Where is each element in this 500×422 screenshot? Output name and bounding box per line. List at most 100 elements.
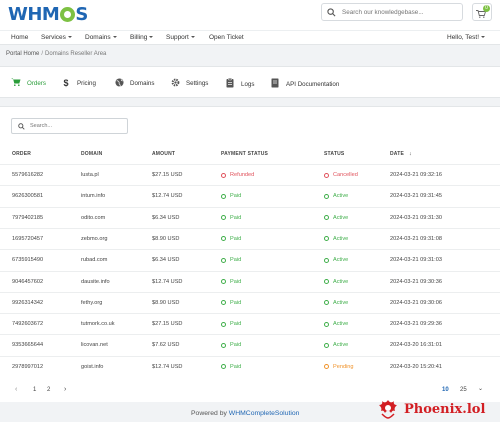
nav-support[interactable]: Support [166,34,195,41]
nav-billing-label: Billing [130,34,148,41]
payment-status-cell: Paid [221,236,241,242]
table-row[interactable]: 9626300581 intum.info $12.74 USD Paid Active… [0,185,500,206]
table-row[interactable]: 6735915490 rubad.com $6.34 USD Paid Active 20… [0,249,500,270]
payment-status-cell-label: Paid [230,342,242,349]
knowledgebase-search[interactable] [321,3,463,21]
payment-status-cell: Paid [221,364,241,370]
logo-text: WHM [8,4,60,25]
table-row[interactable]: 7979402185 odito.com $6.34 USD Paid Active 20… [0,206,500,228]
order-status-cell: Active [324,342,348,348]
order-id-cell[interactable]: 6735915490 [12,257,43,263]
table-row[interactable]: 1695720457 zebmo.org $8.90 USD Paid Active 20… [0,227,500,249]
powered-by-label: Powered by [191,410,227,417]
tab-orders[interactable]: Orders [11,78,46,88]
tab-api-documentation[interactable]: API Documentation [270,78,339,90]
payment-status-cell: Paid [221,300,241,306]
domain-cell: fethy.org [81,299,103,306]
nav-services[interactable]: Services [41,34,72,41]
caret-down-icon [190,36,195,39]
whmcs-logo[interactable]: WHM S [8,4,88,25]
domain-cell: licovan.net [81,342,108,349]
tab-settings[interactable]: Settings [170,78,208,89]
status-circle-icon [221,321,226,327]
table-row[interactable]: 9926314342 fethy.org $8.90 USD Paid Active 20… [0,291,500,313]
order-id-cell[interactable]: 7979402185 [12,215,43,221]
cart-button[interactable]: 0 [472,3,492,21]
payment-status-cell-label: Paid [230,321,242,328]
clipboard-icon [225,77,235,90]
order-id-cell[interactable]: 7492603672 [12,321,43,327]
domain-cell: rubad.com [81,257,108,264]
pagination-next-icon[interactable]: › [64,386,66,393]
domain-cell: lusta.pl [81,172,99,178]
search-icon [327,8,336,17]
order-status-cell: Active [324,321,348,327]
order-id-cell[interactable]: 9626300581 [12,193,43,199]
status-circle-icon [221,172,226,178]
nav-domains[interactable]: Domains [85,34,117,41]
caret-down-icon [481,36,486,39]
domain-cell: zebmo.org [81,235,108,242]
per-page-more-icon[interactable]: ⌄ [478,385,483,392]
search-icon [18,123,25,130]
tab-domains-label: Domains [130,80,155,87]
table-row[interactable]: 9353665644 licovan.net $7.62 USD Paid Active… [0,334,500,355]
status-circle-icon [324,236,329,242]
order-id-cell[interactable]: 5579616282 [12,172,43,178]
payment-status-cell: Refunded [221,172,254,178]
whmcs-link[interactable]: WHMCompleteSolution [229,410,300,417]
payment-status-cell-label: Paid [230,363,242,370]
amount-cell: $12.74 USD [152,363,183,370]
phoenix-watermark: Phoenix.lol [376,399,485,419]
per-page-25[interactable]: 25 [460,387,467,393]
nav-user-menu[interactable]: Hello, Test! [447,34,486,41]
payment-status-cell-label: Paid [230,257,242,264]
powered-by-text: Powered by WHMCompleteSolution [191,410,299,417]
column-header-order[interactable]: ORDER [12,151,31,157]
status-circle-icon [221,364,226,370]
caret-down-icon [67,36,72,39]
status-circle-icon [324,321,329,327]
nav-home[interactable]: Home [11,34,28,41]
column-header-amount[interactable]: AMOUNT [152,151,175,157]
order-id-cell[interactable]: 9353665644 [12,342,43,348]
breadcrumb-home[interactable]: Portal Home [6,51,39,57]
pagination-page-1[interactable]: 1 [33,387,36,393]
column-header-status[interactable]: STATUS [324,151,344,157]
per-page-10[interactable]: 10 [442,387,449,393]
tab-settings-label: Settings [186,80,209,87]
tab-logs[interactable]: Logs [225,77,254,90]
table-row[interactable]: 9046457602 dausite.info $12.74 USD Paid Acti… [0,270,500,292]
table-row[interactable]: 5579616282 lusta.pl $27.15 USD Refunded Canc… [0,164,500,185]
tab-pricing-label: Pricing [77,79,96,87]
pagination-page-2[interactable]: 2 [47,387,50,393]
breadcrumb-separator: / [41,51,44,57]
payment-status-cell: Paid [221,321,241,327]
order-id-cell[interactable]: 1695720457 [12,236,43,242]
order-status-cell-label: Cancelled [333,172,358,178]
amount-cell: $12.74 USD [152,193,183,200]
knowledgebase-search-input[interactable] [342,6,460,18]
table-row[interactable]: 7492603672 tutmork.co.uk $27.15 USD Paid Act… [0,313,500,334]
order-id-cell[interactable]: 9926314342 [12,300,43,306]
pagination-prev-icon[interactable]: ‹ [15,386,17,393]
status-circle-icon [324,257,329,263]
status-circle-icon [324,300,329,306]
column-header-date[interactable]: DATE ↓ [390,151,412,157]
orders-search-input[interactable] [30,121,125,131]
column-header-domain[interactable]: DOMAIN [81,151,102,157]
tab-domains[interactable]: Domains [114,78,154,89]
order-status-cell-label: Active [333,214,349,221]
orders-search[interactable] [11,118,128,134]
tab-pricing[interactable]: $ Pricing [61,78,96,88]
status-circle-icon [324,215,329,221]
table-row[interactable]: 2978997012 goist.info $12.74 USD Paid Pendin… [0,355,500,377]
logo-gear-icon [59,7,75,22]
watermark-text: Phoenix.lol [404,401,486,417]
nav-open-ticket[interactable]: Open Ticket [209,34,244,41]
nav-billing[interactable]: Billing [130,34,154,41]
order-id-cell[interactable]: 2978997012 [12,364,43,370]
column-header-payment-status[interactable]: PAYMENT STATUS [221,151,268,157]
order-id-cell[interactable]: 9046457602 [12,279,43,285]
amount-cell: $8.90 USD [152,235,180,242]
